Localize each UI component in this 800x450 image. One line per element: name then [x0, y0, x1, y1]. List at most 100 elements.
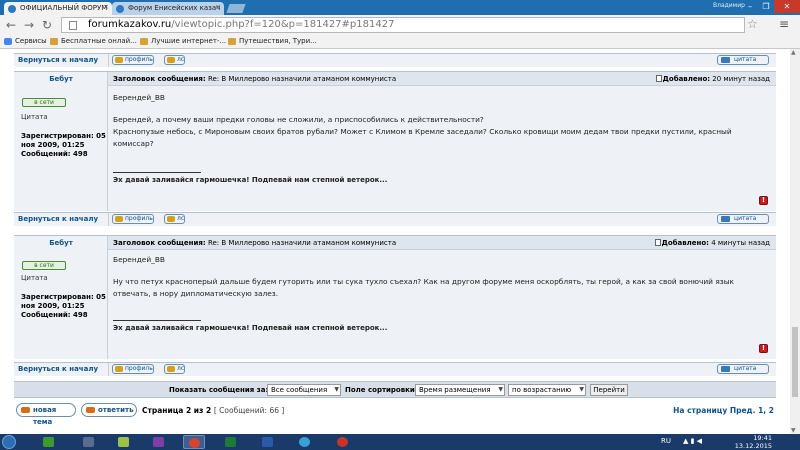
excel-taskbar-icon[interactable]: [220, 435, 242, 449]
post-count: [ Сообщений: 66 ]: [213, 406, 285, 415]
profile-button[interactable]: профиль: [112, 55, 154, 65]
new-tab-button[interactable]: [226, 4, 246, 13]
language-indicator[interactable]: RU: [661, 437, 671, 445]
new-topic-button[interactable]: новая тема: [16, 403, 76, 426]
scroll-up-icon[interactable]: ▲: [791, 49, 796, 56]
post-header: Заголовок сообщения: Re: В Миллерово наз…: [108, 72, 776, 86]
close-tab-icon[interactable]: ×: [215, 3, 221, 11]
forward-arrow-icon[interactable]: →: [24, 18, 34, 32]
post: Бебут в сети Цитата Зарегистрирован: 05 …: [14, 235, 776, 359]
user-rank: Цитата: [21, 113, 48, 121]
profile-button[interactable]: профиль: [112, 364, 154, 374]
site-favicon-icon: [116, 5, 124, 13]
utorrent-taskbar-icon[interactable]: [38, 435, 60, 449]
post-text-line: Краснопузые небось, с Мироновым своих бр…: [113, 127, 732, 136]
tab-official-forum[interactable]: ОФИЦИАЛЬНЫЙ ФОРУМ ×: [4, 2, 112, 15]
close-tab-icon[interactable]: ×: [103, 3, 109, 11]
pm-icon: [167, 366, 175, 372]
pm-button[interactable]: лс: [164, 214, 186, 224]
signature-divider: [113, 172, 201, 173]
chrome-taskbar-icon[interactable]: [183, 435, 205, 449]
profile-icon: [115, 57, 123, 63]
page-navigation[interactable]: На страницу Пред. 1, 2: [673, 406, 774, 415]
post-footer-bar: Вернуться к началу профиль лс цитата: [14, 53, 776, 67]
sort-field-label: Поле сортировки: [345, 386, 415, 394]
restore-icon[interactable]: ❐: [758, 0, 774, 13]
quote-button[interactable]: цитата: [717, 55, 769, 65]
post-link-icon[interactable]: [654, 239, 661, 246]
scroll-thumb[interactable]: [792, 327, 798, 397]
pm-icon: [167, 216, 175, 222]
post-body: Заголовок сообщения: Re: В Миллерово наз…: [108, 236, 776, 359]
online-badge: в сети: [22, 261, 66, 270]
quote-button[interactable]: цитата: [717, 364, 769, 374]
back-arrow-icon[interactable]: ←: [6, 18, 16, 32]
forum-page: Вернуться к началу профиль лс цитата Беб…: [0, 49, 790, 434]
word-taskbar-icon[interactable]: [257, 435, 279, 449]
image-viewer-taskbar-icon[interactable]: [113, 435, 135, 449]
floppy-taskbar-icon[interactable]: [78, 435, 100, 449]
bookmark-services[interactable]: Сервисы: [4, 37, 47, 45]
page-scrollbar[interactable]: ▲ ▼: [790, 49, 800, 434]
sort-field-select[interactable]: Время размещения ▼: [415, 384, 505, 396]
bookmark-star-icon[interactable]: ☆: [747, 17, 758, 31]
pm-button[interactable]: лс: [164, 55, 186, 65]
divider: [108, 363, 109, 376]
registered-label: Зарегистрирован: 05: [21, 293, 106, 301]
new-topic-icon: [21, 407, 30, 413]
message-count: Сообщений: 498: [21, 311, 88, 319]
visual-studio-taskbar-icon[interactable]: [148, 435, 170, 449]
post-subject: Заголовок сообщения: Re: В Миллерово наз…: [113, 75, 397, 83]
post-signature: Эх давай заливайся гармошечка! Подпевай …: [113, 176, 388, 184]
registered-date: ноя 2009, 01:25: [21, 141, 85, 149]
bookmark-folder-travel[interactable]: Путешествия, Тури...: [228, 37, 317, 45]
go-button[interactable]: Перейти: [590, 384, 628, 396]
divider: [108, 213, 109, 226]
reply-button[interactable]: ответить: [81, 403, 137, 417]
chevron-down-icon: ▼: [579, 386, 584, 393]
recorder-taskbar-icon[interactable]: [332, 435, 354, 449]
page-icon: [69, 21, 77, 30]
tab-yenisei-forum[interactable]: Форум Енисейских казач ×: [112, 2, 224, 15]
post-footer-bar: Вернуться к началу профиль лс цитата: [14, 362, 776, 376]
bookmark-label: Путешествия, Тури...: [239, 37, 317, 45]
menu-icon[interactable]: ≡: [779, 17, 789, 31]
bookmark-folder-best[interactable]: Лучшие интернет-...: [140, 37, 226, 45]
scroll-down-icon[interactable]: ▼: [791, 427, 796, 434]
post-date: Добавлено: 20 минут назад: [655, 75, 770, 83]
minimize-icon[interactable]: –: [742, 0, 758, 13]
report-icon[interactable]: !: [759, 344, 768, 353]
start-button[interactable]: [2, 435, 16, 449]
system-clock[interactable]: 19:41 13.12.2015: [735, 434, 772, 450]
folder-icon: [140, 38, 148, 45]
close-window-icon[interactable]: ✕: [774, 0, 800, 13]
report-icon[interactable]: !: [759, 196, 768, 205]
chevron-down-icon: ▼: [334, 386, 339, 393]
post-subject: Заголовок сообщения: Re: В Миллерово наз…: [113, 239, 397, 247]
reply-icon: [86, 407, 95, 413]
post-author[interactable]: Бебут: [14, 239, 108, 247]
show-posts-select[interactable]: Все сообщения ▼: [267, 384, 341, 396]
address-bar[interactable]: forumkazakov.ru/viewtopic.php?f=120&p=18…: [61, 17, 745, 33]
back-to-top-link[interactable]: Вернуться к началу: [18, 56, 98, 64]
profile-name[interactable]: Владимир: [713, 2, 745, 9]
divider: [108, 54, 109, 67]
sort-order-select[interactable]: по возрастанию ▼: [508, 384, 586, 396]
post-author[interactable]: Бебут: [14, 75, 108, 83]
internet-explorer-taskbar-icon[interactable]: [294, 435, 316, 449]
quote-button[interactable]: цитата: [717, 214, 769, 224]
page-info: Страница 2 из 2 [ Сообщений: 66 ]: [142, 406, 285, 415]
post: Бебут в сети Цитата Зарегистрирован: 05 …: [14, 71, 776, 211]
profile-icon: [115, 366, 123, 372]
back-to-top-link[interactable]: Вернуться к началу: [18, 215, 98, 223]
post-text-line: комиссар?: [113, 139, 154, 148]
tray-icons[interactable]: ▲ ▮ ◀: [683, 437, 702, 445]
back-to-top-link[interactable]: Вернуться к началу: [18, 365, 98, 373]
pm-button[interactable]: лс: [164, 364, 186, 374]
post-link-icon[interactable]: [655, 75, 662, 82]
post-text-line: отвечать, в нору дипломатическую залез.: [113, 289, 279, 298]
reload-icon[interactable]: ↻: [42, 18, 52, 32]
profile-button[interactable]: профиль: [112, 214, 154, 224]
quote-icon: [721, 57, 730, 63]
bookmark-folder-free[interactable]: Бесплатные онлай...: [50, 37, 137, 45]
